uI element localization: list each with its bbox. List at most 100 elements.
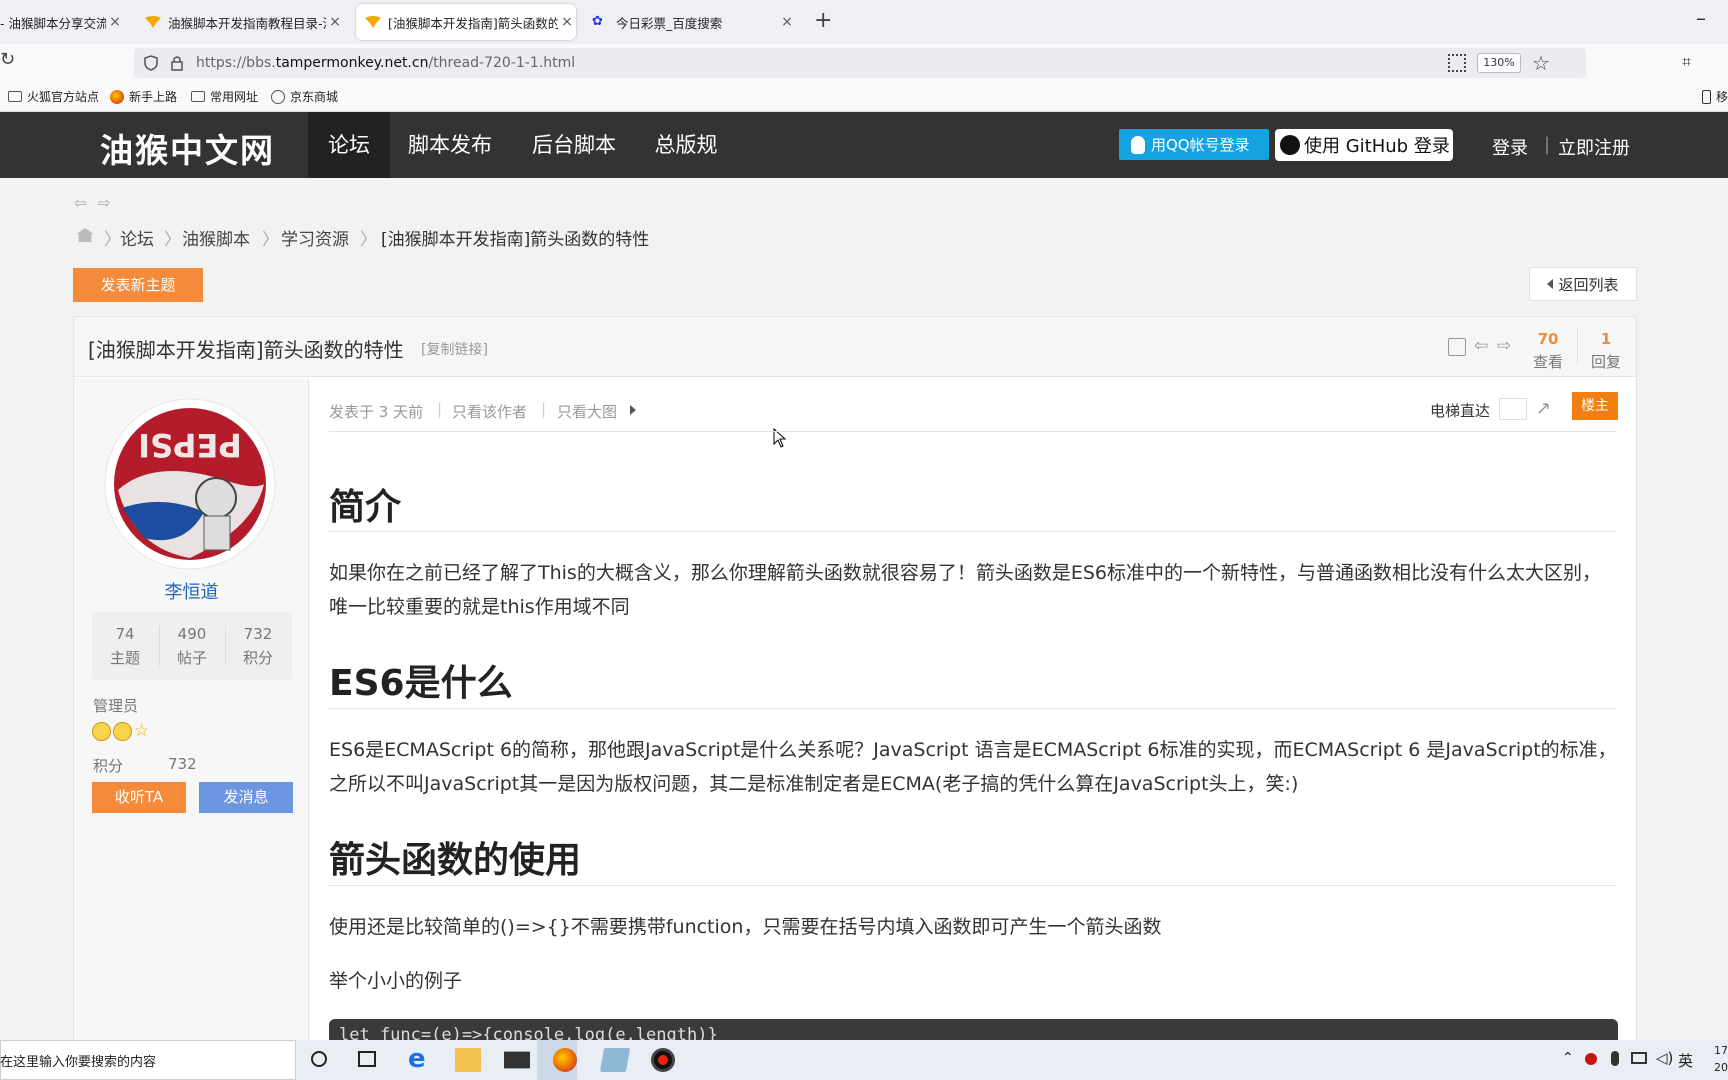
firefox-icon (553, 1048, 577, 1072)
url-text[interactable]: https://bbs.tampermonkey.net.cn/thread-7… (196, 55, 575, 71)
recorder-icon[interactable] (651, 1048, 675, 1072)
forward-arrow-icon[interactable]: ⇨ (98, 194, 111, 212)
only-big-image-link[interactable]: 只看大图 (557, 401, 617, 422)
reload-icon[interactable]: ↻ (0, 49, 15, 70)
smiley-medal-icon (113, 722, 132, 741)
thread-title: [油猴脚本开发指南]箭头函数的特性 (88, 338, 404, 362)
tab-close-icon[interactable]: × (106, 14, 124, 30)
header-divider: | (1544, 134, 1551, 155)
tampermonkey-favicon-icon (145, 16, 161, 28)
tab-2[interactable]: 油猴脚本开发指南教程目录-油猴 × (136, 4, 344, 40)
author-stat-topics[interactable]: 74 主题 (92, 622, 158, 670)
star-bookmark-icon[interactable]: ☆ (1532, 51, 1550, 75)
qrcode-icon[interactable] (1448, 54, 1466, 72)
nav-script-release[interactable]: 脚本发布 (398, 112, 502, 178)
bookmark-label: 新手上路 (129, 90, 178, 104)
stat-label: 积分 (242, 649, 273, 667)
elevator-label: 电梯直达 (1430, 402, 1491, 420)
breadcrumb-forum[interactable]: 论坛 (120, 225, 154, 250)
task-view-icon[interactable] (358, 1051, 376, 1067)
back-to-list-button[interactable]: 返回列表 (1529, 267, 1637, 301)
bookmark-firefox-site[interactable]: 火狐官方站点 (8, 88, 99, 105)
bookmark-jd[interactable]: 京东商城 (271, 88, 338, 105)
heading-arrow-usage: 箭头函数的使用 (329, 840, 582, 881)
register-link[interactable]: 立即注册 (1558, 134, 1630, 160)
network-icon[interactable] (1631, 1052, 1647, 1064)
folder-icon (191, 91, 205, 102)
author-stat-posts[interactable]: 490 帖子 (159, 622, 225, 670)
tab-close-icon[interactable]: × (778, 14, 796, 30)
next-thread-icon[interactable]: ⇨ (1497, 336, 1511, 356)
print-icon[interactable] (1448, 338, 1466, 356)
microphone-icon[interactable] (1611, 1051, 1619, 1066)
back-to-list-label: 返回列表 (1558, 275, 1619, 294)
nav-rules[interactable]: 总版规 (644, 112, 728, 178)
floor-jump-input[interactable] (1499, 398, 1527, 420)
cortana-icon[interactable] (311, 1051, 327, 1067)
author-points-value: 732 (168, 755, 197, 773)
clock-date: 202 (1714, 1061, 1728, 1074)
login-link[interactable]: 登录 (1492, 134, 1528, 160)
back-arrow-icon[interactable]: ⇦ (74, 194, 87, 212)
qq-login-label: 用QQ帐号登录 (1151, 136, 1250, 154)
stat-value: 74 (115, 625, 135, 643)
site-logo[interactable]: 油猴中文网 (100, 124, 275, 172)
nav-backend-script[interactable]: 后台脚本 (520, 112, 628, 178)
breadcrumb-resources[interactable]: 学习资源 (281, 225, 349, 250)
minimize-icon[interactable]: – (1696, 6, 1706, 30)
new-tab-icon[interactable]: + (814, 8, 832, 33)
tab-close-icon[interactable]: × (558, 14, 576, 30)
heading-intro: 简介 (329, 487, 402, 528)
bookmark-newbie[interactable]: 新手上路 (110, 88, 177, 105)
nav-forum[interactable]: 论坛 (308, 112, 390, 178)
shield-icon[interactable] (143, 55, 159, 71)
file-explorer-icon[interactable] (455, 1048, 481, 1072)
tab-3-active[interactable]: [油猴脚本开发指南]箭头函数的 × (356, 4, 576, 40)
qq-penguin-icon (1131, 135, 1145, 154)
new-topic-button[interactable]: 发表新主题 (73, 268, 203, 302)
stat-value: 490 (177, 625, 207, 643)
bookmark-mobile[interactable]: 移 (1702, 88, 1728, 105)
follow-button[interactable]: 收听TA (92, 782, 186, 813)
breadcrumb-current[interactable]: [油猴脚本开发指南]箭头函数的特性 (381, 225, 649, 250)
breadcrumb-tampermonkey[interactable]: 油猴脚本 (182, 225, 250, 250)
tray-chevron-icon[interactable]: ⌃ (1562, 1050, 1574, 1066)
tray-record-icon[interactable] (1585, 1053, 1597, 1065)
floor-badge: 楼主 (1572, 392, 1618, 420)
tab-1[interactable]: - 油猴脚本分享交流 × (0, 4, 124, 40)
only-author-link[interactable]: 只看该作者 (452, 401, 527, 422)
prev-thread-icon[interactable]: ⇦ (1474, 336, 1488, 356)
paragraph-usage: 使用还是比较简单的()=>{}不需要携带function，只需要在括号内填入函数… (329, 916, 1162, 938)
qq-login-button[interactable]: 用QQ帐号登录 (1119, 129, 1269, 160)
author-avatar[interactable]: PEPSI (104, 398, 276, 570)
edge-icon[interactable]: e (408, 1045, 426, 1073)
bookmark-label: 常用网址 (210, 90, 259, 104)
taskbar-clock[interactable]: 17 202 (1714, 1042, 1728, 1076)
home-icon[interactable] (76, 228, 94, 242)
bookmark-common-sites[interactable]: 常用网址 (191, 88, 258, 105)
url-path: /thread-720-1-1.html (428, 55, 576, 71)
bookmark-label: 移 (1716, 90, 1728, 104)
lock-icon[interactable] (170, 55, 184, 71)
globe-icon (271, 89, 285, 104)
send-message-button[interactable]: 发消息 (199, 782, 293, 813)
tab-close-icon[interactable]: × (326, 14, 344, 30)
views-stat: 70 查看 (1518, 328, 1578, 374)
github-icon (1280, 135, 1300, 155)
app-icon[interactable] (599, 1048, 631, 1072)
stat-label: 帖子 (176, 649, 207, 667)
ime-indicator[interactable]: 英 (1678, 1050, 1693, 1071)
author-stat-points[interactable]: 732 积分 (225, 622, 291, 670)
url-prefix: https://bbs. (196, 55, 276, 71)
crop-screenshot-icon[interactable]: ⌗ (1682, 52, 1691, 72)
author-name[interactable]: 李恒道 (74, 578, 309, 604)
heading-rule (329, 885, 1617, 886)
jump-arrow-icon[interactable]: ↗ (1536, 398, 1551, 419)
copy-link[interactable]: [复制链接] (421, 339, 488, 359)
author-role[interactable]: 管理员 (93, 695, 138, 716)
zoom-level[interactable]: 130% (1477, 53, 1521, 73)
github-login-button[interactable]: 使用 GitHub 登录 (1275, 129, 1453, 161)
code-block: let func=(e)=>{console.log(e.length)} (329, 1019, 1618, 1040)
volume-icon[interactable]: ◁) (1656, 1049, 1673, 1067)
tab-4[interactable]: ✿ 今日彩票_百度搜索 × (584, 4, 796, 40)
